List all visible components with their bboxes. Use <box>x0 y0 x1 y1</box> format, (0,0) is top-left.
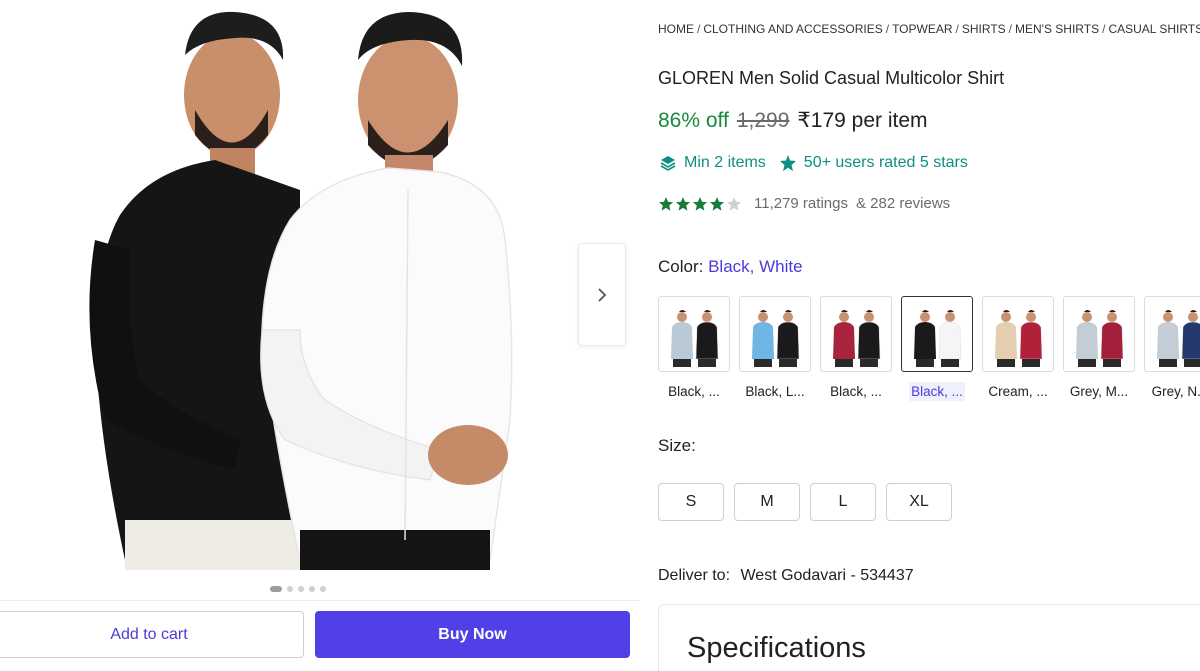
specifications-card[interactable]: Specifications <box>658 604 1200 671</box>
swatch-label: Cream, ... <box>988 384 1048 399</box>
swatch-thumbnail <box>982 296 1054 372</box>
swatch-label: Grey, N... <box>1151 384 1200 399</box>
size-option[interactable]: XL <box>886 483 952 521</box>
star-empty-icon <box>727 196 741 211</box>
size-options: S M L XL <box>658 483 952 521</box>
price-row: 86% off 1,299 ₹179 per item <box>658 108 928 133</box>
image-carousel-dots <box>270 586 326 592</box>
layers-icon <box>658 153 678 173</box>
carousel-dot[interactable] <box>270 586 282 592</box>
original-price: 1,299 <box>736 109 790 132</box>
color-swatch[interactable]: Black, ... <box>901 296 973 401</box>
breadcrumb-home[interactable]: HOME <box>658 22 694 36</box>
product-details: HOME / CLOTHING AND ACCESSORIES / TOPWEAR / SH… <box>658 0 1200 671</box>
rating-row: 11,279 ratings & 282 reviews <box>658 195 950 212</box>
swatch-label: Black, ... <box>668 384 720 399</box>
color-swatch[interactable]: Black, L... <box>739 296 811 401</box>
product-title: GLOREN Men Solid Casual Multicolor Shirt <box>658 68 1005 88</box>
delivery-location[interactable]: West Godavari - 534437 <box>740 567 913 584</box>
size-option[interactable]: L <box>810 483 876 521</box>
color-swatch[interactable]: Grey, N... <box>1144 296 1200 401</box>
swatch-thumbnail <box>658 296 730 372</box>
cta-bar: Add to cart Buy Now <box>0 600 640 671</box>
swatch-thumbnail <box>820 296 892 372</box>
swatch-label: Grey, M... <box>1069 384 1129 399</box>
swatch-label: Black, ... <box>909 382 965 401</box>
star-filled-icon <box>693 196 707 211</box>
breadcrumb-shirts[interactable]: SHIRTS <box>962 22 1006 36</box>
color-swatch[interactable]: Black, ... <box>658 296 730 401</box>
color-label-text: Color: <box>658 257 704 276</box>
swatch-thumbnail <box>901 296 973 372</box>
add-to-cart-button[interactable]: Add to cart <box>0 611 304 658</box>
breadcrumb-clothing[interactable]: CLOTHING AND ACCESSORIES <box>703 22 882 36</box>
star-filled-icon <box>659 196 673 211</box>
carousel-dot[interactable] <box>298 586 304 592</box>
swatch-label: Black, L... <box>745 384 805 399</box>
size-option[interactable]: S <box>658 483 724 521</box>
breadcrumb-topwear[interactable]: TOPWEAR <box>892 22 952 36</box>
carousel-dot[interactable] <box>287 586 293 592</box>
breadcrumb-casual-shirts[interactable]: CASUAL SHIRTS <box>1108 22 1200 36</box>
buy-now-button[interactable]: Buy Now <box>315 611 630 658</box>
ratings-count: 11,279 ratings <box>754 195 848 212</box>
delivery-info: Deliver to: West Godavari - 534437 <box>658 567 914 585</box>
selling-price: ₹179 per item <box>797 109 928 132</box>
color-swatch[interactable]: Black, ... <box>820 296 892 401</box>
swatch-label: Black, ... <box>830 384 882 399</box>
size-option[interactable]: M <box>734 483 800 521</box>
reviews-count: & 282 reviews <box>855 195 951 212</box>
color-swatch[interactable]: Cream, ... <box>982 296 1054 401</box>
carousel-dot[interactable] <box>320 586 326 592</box>
selected-color: Black, White <box>708 257 803 276</box>
star-filled-icon <box>676 196 690 211</box>
color-swatch[interactable]: Grey, M... <box>1063 296 1135 401</box>
star-rating <box>658 196 742 212</box>
product-photo-illustration <box>89 11 513 570</box>
next-image-button[interactable] <box>578 243 626 346</box>
badge-star-icon <box>778 153 798 173</box>
color-selector-label: Color: Black, White <box>658 257 803 277</box>
product-image[interactable] <box>0 0 575 580</box>
size-selector-label: Size: <box>658 436 696 455</box>
swatch-thumbnail <box>1063 296 1135 372</box>
offer-row: Min 2 items 50+ users rated 5 stars <box>658 153 968 173</box>
breadcrumb-mens-shirts[interactable]: MEN'S SHIRTS <box>1015 22 1099 36</box>
color-swatches: Black, ... Black, L... Black, ... Black, ..… <box>658 296 1200 401</box>
users-rated-text: 50+ users rated 5 stars <box>803 154 968 171</box>
discount-percent: 86% off <box>658 109 729 132</box>
swatch-thumbnail <box>739 296 811 372</box>
breadcrumb: HOME / CLOTHING AND ACCESSORIES / TOPWEAR / SH… <box>658 22 1200 36</box>
carousel-dot[interactable] <box>309 586 315 592</box>
product-media: Add to cart Buy Now <box>0 0 640 671</box>
star-filled-icon <box>710 196 724 211</box>
specifications-title: Specifications <box>687 632 866 664</box>
chevron-right-icon <box>598 287 607 302</box>
swatch-thumbnail <box>1144 296 1200 372</box>
deliver-label: Deliver to: <box>658 567 731 584</box>
min-items-text: Min 2 items <box>684 154 766 171</box>
